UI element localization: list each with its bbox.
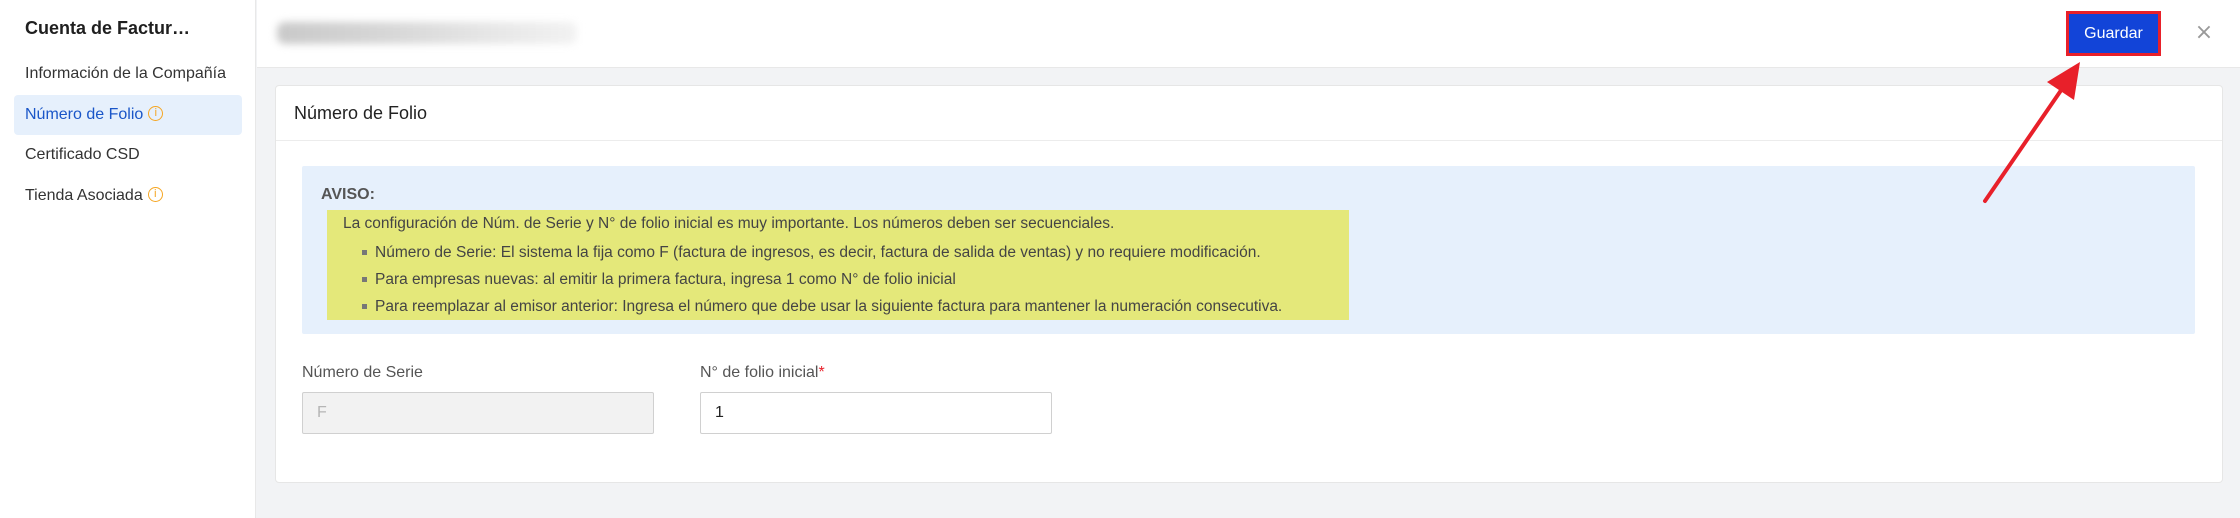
notice-bullet: Número de Serie: El sistema la fija como… [362, 242, 1282, 269]
sidebar-item-label: Certificado CSD [25, 146, 140, 163]
notice-box: AVISO: La configuración de Núm. de Serie… [302, 166, 2195, 334]
notice-bullet-list: Número de Serie: El sistema la fija como… [362, 242, 1282, 323]
sidebar-item-company-info[interactable]: Información de la Compañía [14, 54, 242, 94]
close-icon[interactable]: × [2190, 19, 2218, 47]
sidebar-item-associated-store[interactable]: Tienda Asociada i [14, 176, 242, 216]
required-mark: * [818, 364, 825, 381]
folio-initial-input[interactable] [700, 392, 1052, 434]
folio-label: N° de folio inicial* [700, 364, 825, 382]
notice-bullet: Para empresas nuevas: al emitir la prime… [362, 269, 1282, 296]
blurred-account-title [277, 22, 577, 44]
sidebar-title: Cuenta de Factur… [25, 18, 191, 38]
serie-input[interactable] [302, 392, 654, 434]
sidebar: Cuenta de Factur… Información de la Comp… [0, 0, 256, 518]
sidebar-item-label: Tienda Asociada [25, 187, 143, 204]
info-icon: i [147, 187, 163, 203]
serie-label: Número de Serie [302, 364, 423, 381]
notice-title: AVISO: [321, 186, 375, 203]
notice-highlight: La configuración de Núm. de Serie y N° d… [327, 210, 1349, 320]
folio-settings-card: Número de Folio AVISO: La configuración … [275, 85, 2223, 483]
notice-main-text: La configuración de Núm. de Serie y N° d… [343, 215, 1115, 232]
save-button[interactable]: Guardar [2066, 11, 2161, 56]
folio-label-text: N° de folio inicial [700, 364, 819, 381]
sidebar-item-label: Información de la Compañía [25, 65, 226, 82]
info-icon: i [148, 106, 164, 122]
sidebar-item-label: Número de Folio [25, 106, 144, 123]
sidebar-item-csd-certificate[interactable]: Certificado CSD [14, 135, 242, 175]
sidebar-item-folio-number[interactable]: Número de Folio i [14, 95, 242, 135]
notice-bullet: Para reemplazar al emisor anterior: Ingr… [362, 296, 1282, 323]
card-title: Número de Folio [276, 86, 2222, 141]
top-bar: Guardar × [257, 0, 2240, 68]
